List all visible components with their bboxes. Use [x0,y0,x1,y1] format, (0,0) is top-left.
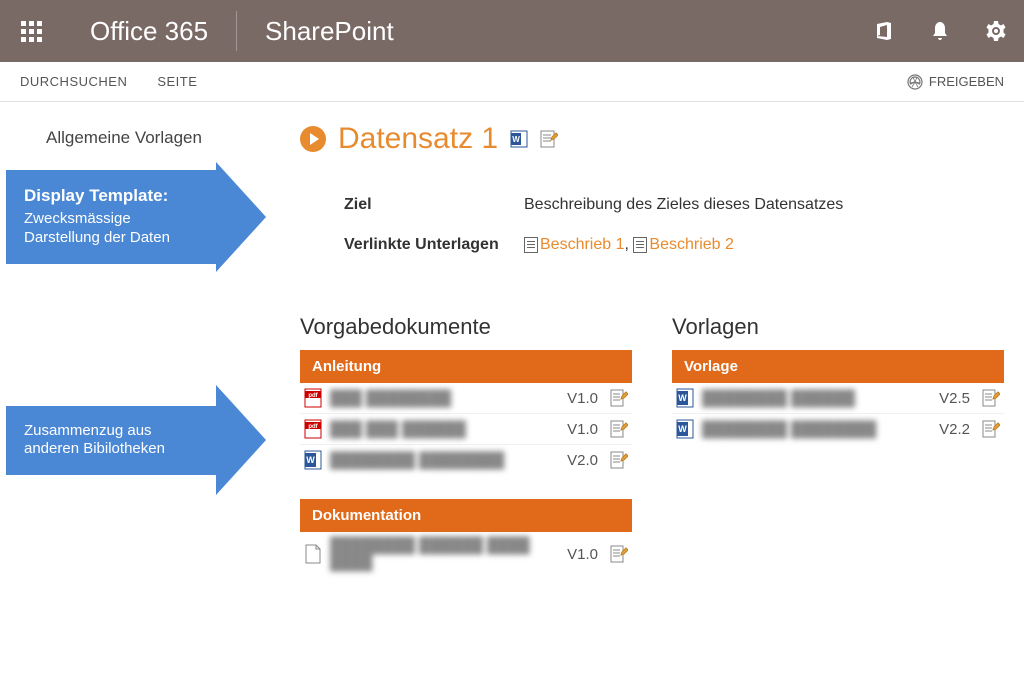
callout-body: Zwecksmässige Darstellung der Daten [24,210,198,248]
edit-icon[interactable] [610,451,628,469]
document-row[interactable]: pdf ███ ████████ V1.0 [300,383,632,414]
file-name: ████████ ████████ [702,421,931,438]
play-icon[interactable] [300,126,326,152]
linked-doc-1[interactable]: Beschrieb 1 [540,236,625,253]
file-version: V1.0 [567,421,598,438]
detail-label: Verlinkte Unterlagen [344,236,524,254]
detail-row-links: Verlinkte Unterlagen Beschrieb 1, Beschr… [344,236,1004,254]
group-header: Vorlage [672,350,1004,383]
group-anleitung: Anleitung pdf ███ ████████ V1.0 pdf ███ ███ … [300,350,632,475]
detail-row-ziel: Ziel Beschreibung des Zieles dieses Date… [344,196,1004,214]
word-file-icon[interactable]: W [510,130,528,148]
callout-body: Zusammenzug aus anderen Bibilotheken [24,422,198,460]
pdf-file-icon: pdf [304,388,322,408]
edit-icon[interactable] [610,545,628,563]
file-version: V2.0 [567,452,598,469]
file-name: ████████ ████████ [330,452,559,469]
group-vorlage: Vorlage W ████████ ██████ V2.5 W ████████ ██… [672,350,1004,444]
linked-doc-2[interactable]: Beschrieb 2 [649,236,734,253]
group-header: Anleitung [300,350,632,383]
word-file-icon: W [676,419,694,439]
left-column: Allgemeine Vorlagen Display Template: Zw… [0,122,300,600]
edit-icon[interactable] [610,389,628,407]
file-version: V2.5 [939,390,970,407]
svg-text:W: W [678,424,687,434]
main-content: Allgemeine Vorlagen Display Template: Zw… [0,102,1024,600]
svg-text:W: W [678,393,687,403]
detail-value: Beschrieb 1, Beschrieb 2 [524,236,1004,254]
word-file-icon: W [676,388,694,408]
word-file-icon: W [304,450,322,470]
app-label[interactable]: SharePoint [237,16,422,47]
group-dokumentation: Dokumentation ████████ ██████ ████ ████ V… [300,499,632,576]
file-version: V1.0 [567,546,598,563]
document-row[interactable]: W ████████ ████████ V2.0 [300,445,632,475]
office-app-icon[interactable] [856,0,912,62]
right-column: Datensatz 1 W Ziel Beschreibung des Ziel… [300,122,1024,600]
callout-libraries: Zusammenzug aus anderen Bibilotheken [6,406,216,476]
edit-icon[interactable] [982,389,1000,407]
settings-icon[interactable] [968,0,1024,62]
share-button[interactable]: FREIGEBEN [907,74,1004,90]
callout-title: Display Template: [24,186,198,206]
document-row[interactable]: ████████ ██████ ████ ████ V1.0 [300,532,632,576]
share-icon [907,74,923,90]
ribbon-bar: DURCHSUCHEN SEITE FREIGEBEN [0,62,1024,102]
file-name: ████████ ██████ [702,390,931,407]
callout-display-template: Display Template: Zwecksmässige Darstell… [6,170,216,264]
nav-item-templates[interactable]: Allgemeine Vorlagen [0,122,300,154]
detail-label: Ziel [344,196,524,214]
ribbon-tab-browse[interactable]: DURCHSUCHEN [20,74,127,89]
document-icon [633,237,647,253]
share-label: FREIGEBEN [929,74,1004,89]
edit-icon[interactable] [610,420,628,438]
waffle-icon [21,21,42,42]
document-row[interactable]: pdf ███ ███ ██████ V1.0 [300,414,632,445]
page-title-row: Datensatz 1 W [300,122,1004,156]
vorgabedokumente-column: Vorgabedokumente Anleitung pdf ███ ██████… [300,314,632,600]
details-block: Ziel Beschreibung des Zieles dieses Date… [344,196,1004,254]
file-name: ███ ████████ [330,390,559,407]
file-version: V2.2 [939,421,970,438]
svg-text:pdf: pdf [308,393,318,399]
suite-bar: Office 365 SharePoint [0,0,1024,62]
section-title: Vorgabedokumente [300,314,632,340]
detail-value: Beschreibung des Zieles dieses Datensatz… [524,196,1004,214]
file-name: ███ ███ ██████ [330,421,559,438]
doc-file-icon [304,544,322,564]
file-version: V1.0 [567,390,598,407]
ribbon-tab-page[interactable]: SEITE [157,74,197,89]
document-row[interactable]: W ████████ ██████ V2.5 [672,383,1004,414]
document-row[interactable]: W ████████ ████████ V2.2 [672,414,1004,444]
edit-icon[interactable] [540,130,558,148]
pdf-file-icon: pdf [304,419,322,439]
app-launcher-button[interactable] [0,0,62,62]
svg-text:pdf: pdf [308,424,318,430]
section-title: Vorlagen [672,314,1004,340]
document-columns: Vorgabedokumente Anleitung pdf ███ ██████… [300,314,1004,600]
page-title: Datensatz 1 [338,122,498,156]
svg-text:W: W [306,455,315,465]
vorlagen-column: Vorlagen Vorlage W ████████ ██████ V2.5 W ██… [672,314,1004,600]
brand-label[interactable]: Office 365 [62,11,237,51]
edit-icon[interactable] [982,420,1000,438]
document-icon [524,237,538,253]
group-header: Dokumentation [300,499,632,532]
notifications-icon[interactable] [912,0,968,62]
file-name: ████████ ██████ ████ ████ [330,537,559,571]
svg-text:W: W [512,135,520,144]
